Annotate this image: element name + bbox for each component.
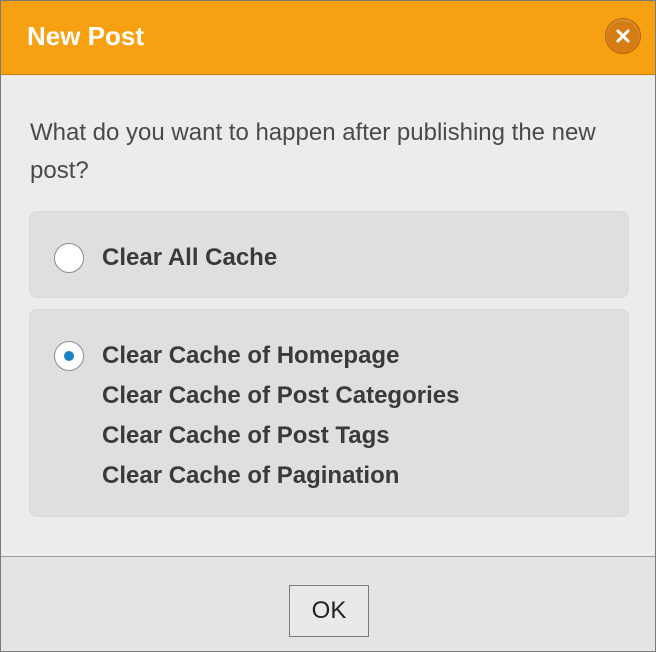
option-label: Clear All Cache xyxy=(102,244,278,271)
dialog-content: What do you want to happen after publish… xyxy=(1,76,655,556)
option-line-pagination: Clear Cache of Pagination xyxy=(102,462,400,489)
option-line-post-tags: Clear Cache of Post Tags xyxy=(102,422,390,449)
new-post-dialog: New Post What do you want to happen afte… xyxy=(0,0,656,652)
question-text: What do you want to happen after publish… xyxy=(30,119,596,184)
dialog-footer: OK xyxy=(1,556,655,651)
radio-clear-selected-cache[interactable] xyxy=(54,341,84,371)
option-label-lines: Clear Cache of Homepage Clear Cache of P… xyxy=(102,336,459,496)
option-line-post-categories: Clear Cache of Post Categories xyxy=(102,382,460,409)
option-clear-all-cache[interactable]: Clear All Cache xyxy=(29,211,629,298)
option-line-homepage: Clear Cache of Homepage xyxy=(102,342,400,369)
close-button[interactable] xyxy=(605,18,641,54)
radio-clear-all-cache[interactable] xyxy=(54,243,84,273)
ok-button[interactable]: OK xyxy=(289,585,369,637)
close-icon xyxy=(616,29,630,43)
option-clear-selected-cache[interactable]: Clear Cache of Homepage Clear Cache of P… xyxy=(29,309,629,517)
radio-selected-dot xyxy=(64,351,74,361)
dialog-titlebar: New Post xyxy=(1,1,655,75)
dialog-title: New Post xyxy=(27,21,145,51)
